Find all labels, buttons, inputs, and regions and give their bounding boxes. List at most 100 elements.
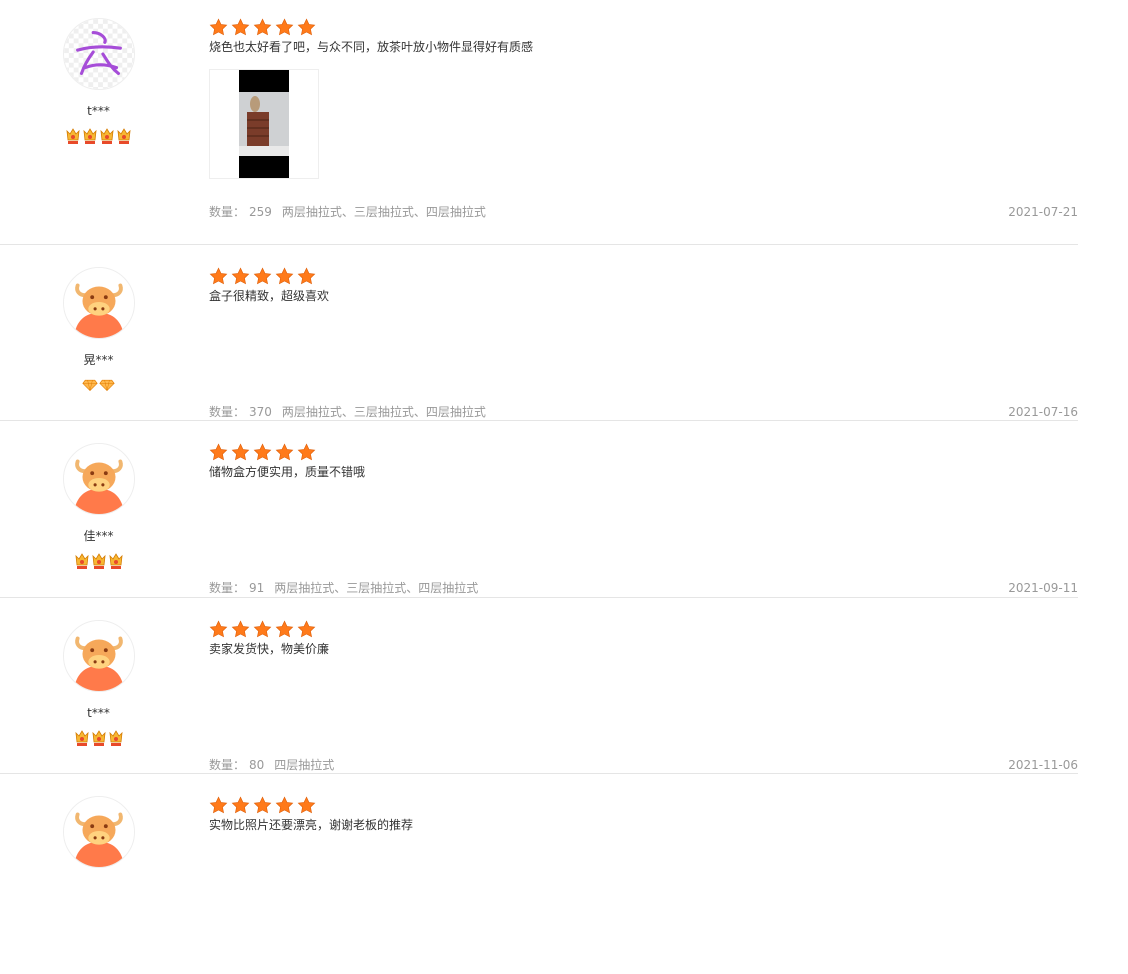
review-date: 2021-07-16 <box>1008 405 1078 419</box>
review-content: 实物比照片还要漂亮，谢谢老板的推荐 <box>209 796 1078 833</box>
star-icon <box>231 267 250 287</box>
star-icon <box>209 267 228 287</box>
review-text: 实物比照片还要漂亮，谢谢老板的推荐 <box>209 818 414 832</box>
avatar[interactable] <box>62 620 135 692</box>
rating-stars <box>209 796 1078 816</box>
rating-stars <box>209 267 1078 287</box>
avatar[interactable] <box>62 443 135 515</box>
review-text: 烧色也太好看了吧，与众不同，放茶叶放小物件显得好有质感 <box>209 40 534 54</box>
star-icon <box>231 796 250 816</box>
star-icon <box>209 620 228 640</box>
reviewer-name: 佳*** <box>83 529 114 543</box>
purchase-info: 数量： 91 两层抽拉式、三层抽拉式、四层抽拉式 <box>209 581 478 595</box>
member-level-badges <box>0 376 197 396</box>
diamond-badge-icon <box>82 376 98 396</box>
star-icon <box>297 267 316 287</box>
review-text: 储物盒方便实用，质量不错哦 <box>209 465 366 479</box>
review-photo-thumbnail[interactable] <box>209 69 319 179</box>
reviewer-info: t*** <box>0 620 197 749</box>
star-icon <box>297 620 316 640</box>
review-date: 2021-09-11 <box>1008 581 1078 595</box>
star-icon <box>253 620 272 640</box>
review-photo-image <box>239 70 289 178</box>
crown-badge-icon <box>99 127 115 147</box>
diamond-badge-icon <box>99 376 115 396</box>
quantity-label: 数量： <box>209 581 246 595</box>
review-item: t*** 卖家发货快，物美价廉 数量： 80 四层抽拉式 2021-11-06 <box>0 598 1078 774</box>
quantity-value: 370 <box>249 405 272 419</box>
member-level-badges <box>0 127 197 147</box>
purchase-info: 数量： 370 两层抽拉式、三层抽拉式、四层抽拉式 <box>209 405 486 419</box>
star-icon <box>209 443 228 463</box>
star-icon <box>231 443 250 463</box>
crown-badge-icon <box>108 729 124 749</box>
quantity-label: 数量： <box>209 758 246 772</box>
review-content: 卖家发货快，物美价廉 <box>209 620 1078 657</box>
rating-stars <box>209 443 1078 463</box>
star-icon <box>297 796 316 816</box>
quantity-label: 数量： <box>209 205 246 219</box>
avatar[interactable] <box>62 796 135 868</box>
review-text: 卖家发货快，物美价廉 <box>209 642 330 656</box>
crown-badge-icon <box>74 552 90 572</box>
reviewer-info: 晃*** <box>0 267 197 396</box>
review-list: t*** 烧色也太好看了吧，与众不同，放茶叶放小物件显得好有质感 数量： 259 两层抽… <box>0 0 1128 974</box>
star-icon <box>253 18 272 38</box>
reviewer-name <box>0 882 197 896</box>
star-icon <box>253 796 272 816</box>
member-level-badges <box>0 552 197 572</box>
review-content: 储物盒方便实用，质量不错哦 <box>209 443 1078 480</box>
star-icon <box>275 443 294 463</box>
review-item: 实物比照片还要漂亮，谢谢老板的推荐 <box>0 774 1078 974</box>
review-item: 晃*** 盒子很精致，超级喜欢 数量： 370 两层抽拉式、三层抽拉式、四层抽拉式 202… <box>0 245 1078 421</box>
selected-options: 两层抽拉式、三层抽拉式、四层抽拉式 <box>281 405 486 419</box>
star-icon <box>209 796 228 816</box>
star-icon <box>297 18 316 38</box>
star-icon <box>231 18 250 38</box>
reviewer-name: t*** <box>87 104 110 118</box>
crown-badge-icon <box>108 552 124 572</box>
rating-stars <box>209 620 1078 640</box>
quantity-label: 数量： <box>209 405 246 419</box>
crown-badge-icon <box>116 127 132 147</box>
star-icon <box>231 620 250 640</box>
selected-options: 两层抽拉式、三层抽拉式、四层抽拉式 <box>274 581 479 595</box>
reviewer-info: 佳*** <box>0 443 197 572</box>
avatar[interactable] <box>62 18 135 90</box>
review-text: 盒子很精致，超级喜欢 <box>209 289 330 303</box>
crown-badge-icon <box>91 729 107 749</box>
review-date: 2021-07-21 <box>1008 205 1078 219</box>
quantity-value: 80 <box>249 758 265 772</box>
star-icon <box>253 443 272 463</box>
quantity-value: 91 <box>249 581 265 595</box>
star-icon <box>275 796 294 816</box>
crown-badge-icon <box>74 729 90 749</box>
selected-options: 两层抽拉式、三层抽拉式、四层抽拉式 <box>281 205 486 219</box>
crown-badge-icon <box>91 552 107 572</box>
star-icon <box>275 18 294 38</box>
star-icon <box>275 620 294 640</box>
selected-options: 四层抽拉式 <box>274 758 335 772</box>
reviewer-info: t*** <box>0 18 197 147</box>
rating-stars <box>209 18 1078 38</box>
reviewer-info <box>0 796 197 925</box>
crown-badge-icon <box>82 127 98 147</box>
review-item: t*** 烧色也太好看了吧，与众不同，放茶叶放小物件显得好有质感 数量： 259 两层抽… <box>0 0 1078 245</box>
review-item: 佳*** 储物盒方便实用，质量不错哦 数量： 91 两层抽拉式、三层抽拉式、四层抽拉式 2… <box>0 421 1078 598</box>
purchase-info: 数量： 80 四层抽拉式 <box>209 758 334 772</box>
quantity-value: 259 <box>249 205 272 219</box>
crown-badge-icon <box>65 127 81 147</box>
star-icon <box>209 18 228 38</box>
member-level-badges <box>0 905 197 925</box>
review-date: 2021-11-06 <box>1008 758 1078 772</box>
star-icon <box>275 267 294 287</box>
review-content: 烧色也太好看了吧，与众不同，放茶叶放小物件显得好有质感 <box>209 18 1078 179</box>
review-content: 盒子很精致，超级喜欢 <box>209 267 1078 304</box>
reviewer-name: t*** <box>87 706 110 720</box>
purchase-info: 数量： 259 两层抽拉式、三层抽拉式、四层抽拉式 <box>209 205 486 219</box>
reviewer-name: 晃*** <box>83 353 114 367</box>
star-icon <box>297 443 316 463</box>
star-icon <box>253 267 272 287</box>
member-level-badges <box>0 729 197 749</box>
avatar[interactable] <box>62 267 135 339</box>
